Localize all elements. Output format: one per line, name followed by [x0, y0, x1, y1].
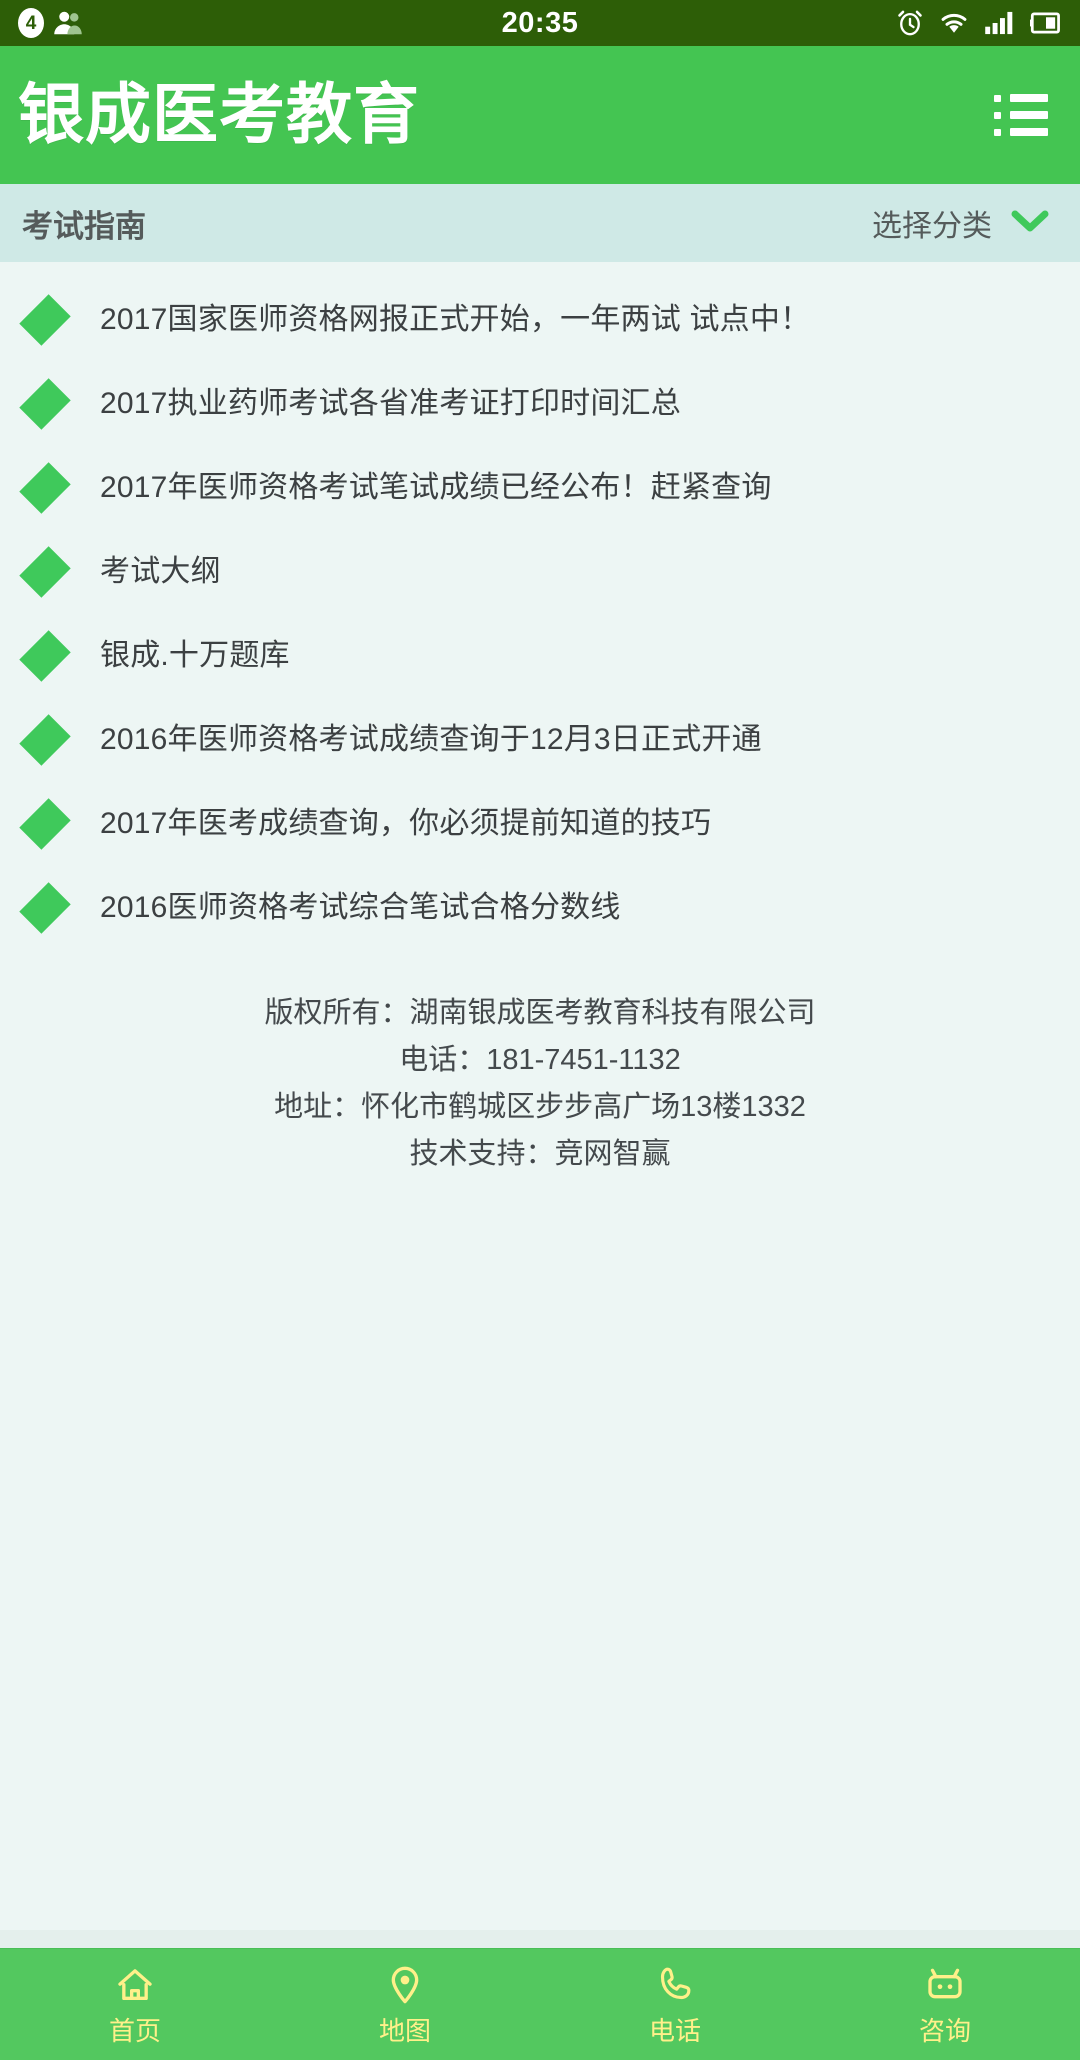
list-menu-icon[interactable]: [994, 87, 1050, 143]
bottom-nav: 首页 地图 电话 咨询: [0, 1948, 1080, 2060]
app-header: 银成医考教育: [0, 46, 1080, 184]
contacts-icon: [53, 8, 83, 38]
chat-bubble-icon: [924, 1965, 966, 2010]
menu-bar: [1010, 111, 1048, 119]
list-item-label: 2016医师资格考试综合笔试合格分数线: [100, 891, 621, 924]
list-item-label: 2017年医师资格考试笔试成绩已经公布！赶紧查询: [100, 471, 772, 504]
list-item-label: 2016年医师资格考试成绩查询于12月3日正式开通: [100, 723, 762, 756]
phone-icon: [654, 1965, 696, 2010]
sub-header: 考试指南 选择分类: [0, 184, 1080, 262]
menu-row: [994, 128, 1050, 136]
menu-row: [994, 94, 1050, 102]
list-item[interactable]: 2016医师资格考试综合笔试合格分数线: [0, 866, 1080, 950]
chevron-down-icon: [1010, 207, 1050, 240]
signal-icon: [984, 10, 1016, 36]
list-item[interactable]: 2016年医师资格考试成绩查询于12月3日正式开通: [0, 698, 1080, 782]
nav-label-home: 首页: [108, 2016, 161, 2046]
nav-item-home[interactable]: 首页: [0, 1949, 270, 2060]
category-select-dropdown[interactable]: 选择分类: [872, 201, 1050, 245]
diamond-bullet-icon: [19, 294, 71, 346]
wifi-icon: [938, 10, 970, 36]
list-item[interactable]: 2017国家医师资格网报正式开始，一年两试 试点中！: [0, 278, 1080, 362]
footer-phone: 电话：181-7451-1132: [399, 1044, 681, 1076]
list-item-label: 2017年医考成绩查询，你必须提前知道的技巧: [100, 807, 712, 840]
footer-info: 版权所有：湖南银成医考教育科技有限公司 电话：181-7451-1132 地址：…: [0, 990, 1080, 1178]
list-item-label: 银成.十万题库: [100, 639, 290, 672]
bottom-nav-spacer: [0, 1930, 1080, 1948]
diamond-bullet-icon: [19, 546, 71, 598]
list-item[interactable]: 考试大纲: [0, 530, 1080, 614]
nav-item-map[interactable]: 地图: [270, 1949, 540, 2060]
menu-bar: [1010, 128, 1048, 136]
diamond-bullet-icon: [19, 630, 71, 682]
diamond-bullet-icon: [19, 714, 71, 766]
nav-item-consult[interactable]: 咨询: [810, 1949, 1080, 2060]
status-bar-left: 4: [18, 8, 83, 38]
menu-bar: [1010, 94, 1048, 102]
status-bar: 4 20:35: [0, 0, 1080, 46]
alarm-icon: [896, 9, 924, 37]
footer-tech-support: 技术支持：竞网智赢: [409, 1138, 671, 1170]
category-select-label: 选择分类: [872, 210, 992, 243]
list-item-label: 2017执业药师考试各省准考证打印时间汇总: [100, 387, 681, 420]
nav-label-map: 地图: [378, 2016, 431, 2046]
menu-dot: [994, 94, 1001, 102]
diamond-bullet-icon: [19, 378, 71, 430]
status-bar-right: [896, 9, 1062, 37]
location-pin-icon: [384, 1965, 426, 2010]
list-item-label: 考试大纲: [100, 555, 221, 588]
home-icon: [114, 1965, 156, 2010]
app-logo: 银成医考教育: [18, 76, 420, 153]
notification-badge-icon: 4: [18, 8, 44, 38]
diamond-bullet-icon: [19, 462, 71, 514]
list-item-label: 2017国家医师资格网报正式开始，一年两试 试点中！: [100, 303, 811, 336]
diamond-bullet-icon: [19, 882, 71, 934]
diamond-bullet-icon: [19, 798, 71, 850]
menu-dot: [994, 111, 1001, 119]
list-item[interactable]: 2017年医考成绩查询，你必须提前知道的技巧: [0, 782, 1080, 866]
page-title: 考试指南: [22, 208, 146, 244]
nav-item-phone[interactable]: 电话: [540, 1949, 810, 2060]
list-item[interactable]: 2017年医师资格考试笔试成绩已经公布！赶紧查询: [0, 446, 1080, 530]
list-item[interactable]: 银成.十万题库: [0, 614, 1080, 698]
list-item[interactable]: 2017执业药师考试各省准考证打印时间汇总: [0, 362, 1080, 446]
footer-copyright: 版权所有：湖南银成医考教育科技有限公司: [264, 997, 816, 1029]
menu-dot: [994, 128, 1001, 136]
nav-label-consult: 咨询: [918, 2016, 971, 2046]
menu-row: [994, 111, 1050, 119]
nav-label-phone: 电话: [648, 2016, 701, 2046]
battery-icon: [1030, 10, 1062, 36]
footer-address: 地址：怀化市鹤城区步步高广场13楼1332: [274, 1091, 806, 1123]
guide-list: 2017国家医师资格网报正式开始，一年两试 试点中！ 2017执业药师考试各省准…: [0, 262, 1080, 950]
